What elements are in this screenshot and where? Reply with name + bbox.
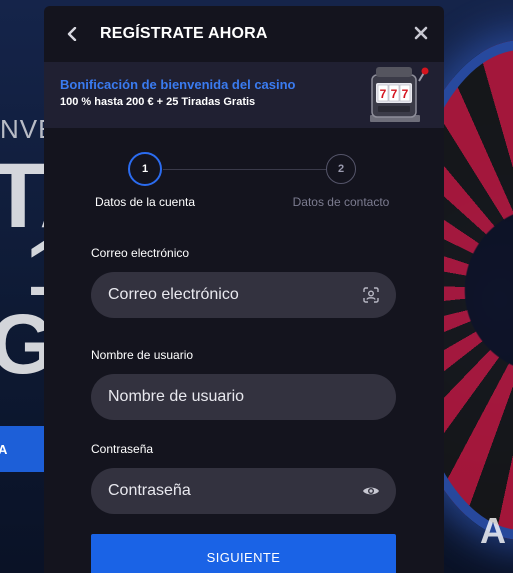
chevron-left-icon [67,27,77,41]
step-2-indicator: 2 [326,154,356,184]
bonus-banner: Bonificación de bienvenida del casino 10… [44,62,444,128]
close-button[interactable] [414,26,428,40]
registration-stepper: 1 2 Datos de la cuenta Datos de contacto [44,140,444,240]
username-field[interactable] [108,388,348,406]
slot-machine-image: 7 7 7 [370,67,429,122]
svg-text:7: 7 [380,87,387,101]
svg-text:7: 7 [391,87,398,101]
back-button[interactable] [64,26,80,42]
registration-modal: REGÍSTRATE AHORA Bonificación de bienven… [44,6,444,573]
username-field-wrapper [91,374,396,420]
modal-title: REGÍSTRATE AHORA [100,25,268,42]
close-icon [414,26,428,40]
password-field[interactable] [108,482,348,500]
svg-text:7: 7 [402,87,409,101]
next-button[interactable]: SIGUIENTE [91,534,396,573]
background-cta-button[interactable]: A [0,426,48,472]
modal-header: REGÍSTRATE AHORA [44,6,444,62]
email-label: Correo electrónico [91,246,190,260]
step-1-indicator: 1 [128,152,162,186]
background-cta-label: A [0,441,8,457]
step-1-label: Datos de la cuenta [94,195,196,209]
eye-icon[interactable] [362,482,380,500]
background-corner-text: A [480,510,506,551]
username-label: Nombre de usuario [91,348,194,362]
email-field[interactable] [108,286,348,304]
user-scan-icon[interactable] [362,286,380,304]
step-2-label: Datos de contacto [292,195,390,209]
email-field-wrapper [91,272,396,318]
password-label: Contraseña [91,442,154,456]
registration-form: Correo electrónico Nombre de usuario Con… [44,246,444,573]
stepper-connector [163,169,329,170]
password-field-wrapper [91,468,396,514]
